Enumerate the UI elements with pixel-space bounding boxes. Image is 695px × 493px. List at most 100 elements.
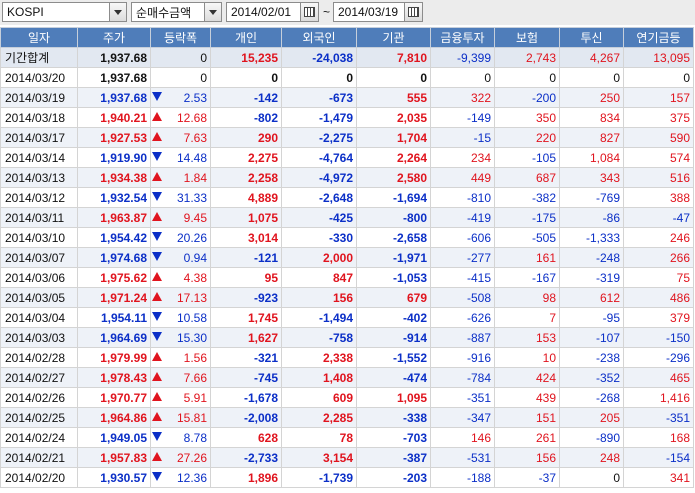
ins-cell: 161 (494, 247, 560, 268)
column-header[interactable]: 외국인 (281, 27, 357, 48)
foreign-cell: -673 (281, 87, 357, 108)
pension-cell: 75 (623, 267, 694, 288)
change-value: 12.68 (176, 110, 207, 125)
trust-cell: -86 (559, 207, 624, 228)
table-row[interactable]: 2014/02/20 1,930.57 12.36 1,896 -1,739 -203 -1… (0, 467, 694, 488)
inst-cell: -402 (356, 307, 431, 328)
inst-cell: -338 (356, 407, 431, 428)
table-row[interactable]: 2014/03/18 1,940.21 12.68 -802 -1,479 2,035 -1… (0, 107, 694, 128)
column-header[interactable]: 투신 (559, 27, 624, 48)
trust-cell: 343 (559, 167, 624, 188)
table-row[interactable]: 2014/03/19 1,937.68 2.53 -142 -673 555 322 -200… (0, 87, 694, 108)
foreign-cell: -1,479 (281, 107, 357, 128)
ins-cell: 156 (494, 447, 560, 468)
triangle-down-icon (152, 432, 162, 441)
table-header: 일자 주가 등락폭 개인 외국인 기관 금융투자 보험 투신 연기금등 (0, 27, 694, 48)
fin-cell: -15 (430, 127, 495, 148)
trust-cell: 827 (559, 127, 624, 148)
date-cell: 2014/03/11 (0, 207, 78, 228)
inst-cell: 555 (356, 87, 431, 108)
pension-cell: 0 (623, 67, 694, 88)
column-header[interactable]: 개인 (210, 27, 282, 48)
table-row[interactable]: 2014/03/03 1,964.69 15.30 1,627 -758 -914 -887… (0, 327, 694, 348)
table-row[interactable]: 2014/03/05 1,971.24 17.13 -923 156 679 -508 98 6… (0, 287, 694, 308)
fin-cell: -419 (430, 207, 495, 228)
foreign-cell: 2,285 (281, 407, 357, 428)
date-from-value: 2014/02/01 (231, 5, 292, 19)
table-row[interactable]: 2014/03/10 1,954.42 20.26 3,014 -330 -2,658 -6… (0, 227, 694, 248)
indiv-cell: -2,733 (210, 447, 282, 468)
date-cell: 2014/02/21 (0, 447, 78, 468)
triangle-down-icon (152, 252, 162, 261)
date-to-field[interactable]: 2014/03/19 (333, 2, 423, 22)
inst-cell: -1,971 (356, 247, 431, 268)
table-row[interactable]: 2014/03/12 1,932.54 31.33 4,889 -2,648 -1,694… (0, 187, 694, 208)
table-row[interactable]: 2014/02/28 1,979.99 1.56 -321 2,338 -1,552 -91… (0, 347, 694, 368)
date-from-field[interactable]: 2014/02/01 (226, 2, 319, 22)
fin-cell: -415 (430, 267, 495, 288)
trust-cell: 834 (559, 107, 624, 128)
column-header[interactable]: 일자 (0, 27, 78, 48)
change-cell: 5.91 (150, 387, 211, 408)
indiv-cell: 1,745 (210, 307, 282, 328)
inst-cell: 2,264 (356, 147, 431, 168)
column-header[interactable]: 보험 (494, 27, 560, 48)
table-row[interactable]: 2014/03/07 1,974.68 0.94 -121 2,000 -1,971 -27… (0, 247, 694, 268)
table-row[interactable]: 2014/03/17 1,927.53 7.63 290 -2,275 1,704 -15 2… (0, 127, 694, 148)
change-cell: 27.26 (150, 447, 211, 468)
table-row[interactable]: 2014/03/14 1,919.90 14.48 2,275 -4,764 2,264 2… (0, 147, 694, 168)
foreign-cell: -1,494 (281, 307, 357, 328)
table-row[interactable]: 2014/03/06 1,975.62 4.38 95 847 -1,053 -415 -16… (0, 267, 694, 288)
column-header[interactable]: 연기금등 (623, 27, 694, 48)
calendar-icon[interactable] (404, 3, 422, 21)
metric-select-value: 순매수금액 (136, 5, 192, 20)
table-row[interactable]: 2014/02/27 1,978.43 7.66 -745 1,408 -474 -784 4… (0, 367, 694, 388)
table-row[interactable]: 2014/03/11 1,963.87 9.45 1,075 -425 -800 -419-… (0, 207, 694, 228)
column-header[interactable]: 등락폭 (150, 27, 211, 48)
triangle-up-icon (152, 412, 162, 421)
table-row[interactable]: 2014/03/20 1,937.68 0 0 0 0 0 0 0 0 (0, 67, 694, 88)
fin-cell: -508 (430, 287, 495, 308)
calendar-icon[interactable] (300, 3, 318, 21)
trust-cell: 0 (559, 467, 624, 488)
date-cell: 2014/03/07 (0, 247, 78, 268)
table-row[interactable]: 2014/03/13 1,934.38 1.84 2,258 -4,972 2,580 44… (0, 167, 694, 188)
column-header[interactable]: 금융투자 (430, 27, 495, 48)
table-row[interactable]: 2014/03/04 1,954.11 10.58 1,745 -1,494 -402 -6… (0, 307, 694, 328)
change-value: 7.66 (183, 370, 207, 385)
metric-select[interactable]: 순매수금액 (131, 2, 222, 22)
column-header[interactable]: 주가 (77, 27, 151, 48)
inst-cell: 2,035 (356, 107, 431, 128)
chevron-down-icon[interactable] (109, 3, 126, 21)
fin-cell: 146 (430, 427, 495, 448)
fin-cell: 449 (430, 167, 495, 188)
ins-cell: 153 (494, 327, 560, 348)
market-select[interactable]: KOSPI (2, 2, 127, 22)
fin-cell: -626 (430, 307, 495, 328)
chevron-down-icon[interactable] (204, 3, 221, 21)
table-row[interactable]: 2014/02/25 1,964.86 15.81 -2,008 2,285 -338 -3… (0, 407, 694, 428)
change-value: 10.58 (176, 310, 207, 325)
trust-cell: 250 (559, 87, 624, 108)
inst-cell: -1,053 (356, 267, 431, 288)
pension-cell: 486 (623, 287, 694, 308)
triangle-down-icon (152, 472, 162, 481)
table-row[interactable]: 2014/02/21 1,957.83 27.26 -2,733 3,154 -387 -5… (0, 447, 694, 468)
column-header[interactable]: 기관 (356, 27, 431, 48)
pension-cell: 266 (623, 247, 694, 268)
table-row[interactable]: 2014/02/24 1,949.05 8.78 628 78 -703 146 261 -89… (0, 427, 694, 448)
foreign-cell: -4,972 (281, 167, 357, 188)
change-value: 0.94 (183, 250, 207, 265)
period-total-row[interactable]: 기간합계 1,937.68 0 15,235 -24,038 7,810 -9,399 2,7… (0, 47, 694, 68)
ins-cell: -200 (494, 87, 560, 108)
trust-cell: 4,267 (559, 47, 624, 68)
change-value: 15.81 (176, 410, 207, 425)
date-cell: 2014/02/27 (0, 367, 78, 388)
triangle-up-icon (152, 112, 162, 121)
indiv-cell: 1,896 (210, 467, 282, 488)
table-row[interactable]: 2014/02/26 1,970.77 5.91 -1,678 609 1,095 -351… (0, 387, 694, 408)
ins-cell: 10 (494, 347, 560, 368)
indiv-cell: 3,014 (210, 227, 282, 248)
indiv-cell: 1,627 (210, 327, 282, 348)
pension-cell: -351 (623, 407, 694, 428)
